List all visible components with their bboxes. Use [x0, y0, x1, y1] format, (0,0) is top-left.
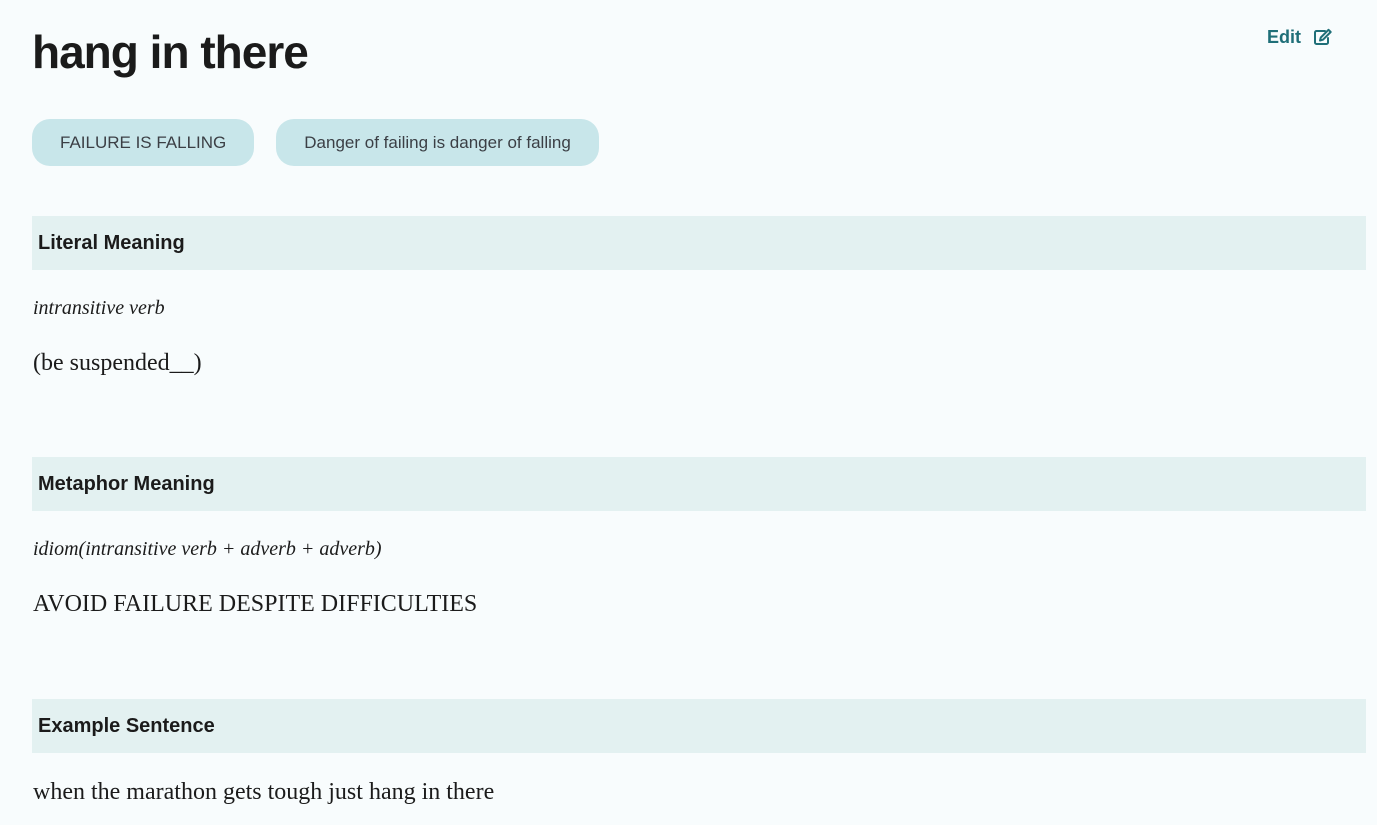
metaphor-meaning-text: AVOID FAILURE DESPITE DIFFICULTIES	[33, 591, 478, 617]
tag-conceptual-metaphor[interactable]: FAILURE IS FALLING	[32, 119, 255, 166]
edit-icon	[1313, 28, 1333, 46]
edit-button[interactable]: Edit	[1267, 25, 1333, 49]
literal-part-of-speech: intransitive verb	[33, 297, 165, 319]
entry-page: hang in there Edit FAILURE IS FALLING Da…	[0, 0, 1377, 825]
entry-title: hang in there	[32, 26, 309, 78]
example-sentence-header: Example Sentence	[32, 699, 1366, 753]
tag-metaphor-description[interactable]: Danger of failing is danger of falling	[276, 119, 599, 166]
literal-meaning-header: Literal Meaning	[32, 216, 1366, 270]
example-sentence-text: when the marathon gets tough just hang i…	[33, 779, 495, 805]
edit-label: Edit	[1267, 27, 1301, 47]
metaphor-part-of-speech: idiom(intransitive verb + adverb + adver…	[33, 538, 382, 560]
literal-meaning-text: (be suspended__)	[33, 350, 202, 376]
metaphor-meaning-header: Metaphor Meaning	[32, 457, 1366, 511]
tag-list: FAILURE IS FALLING Danger of failing is …	[32, 119, 599, 166]
